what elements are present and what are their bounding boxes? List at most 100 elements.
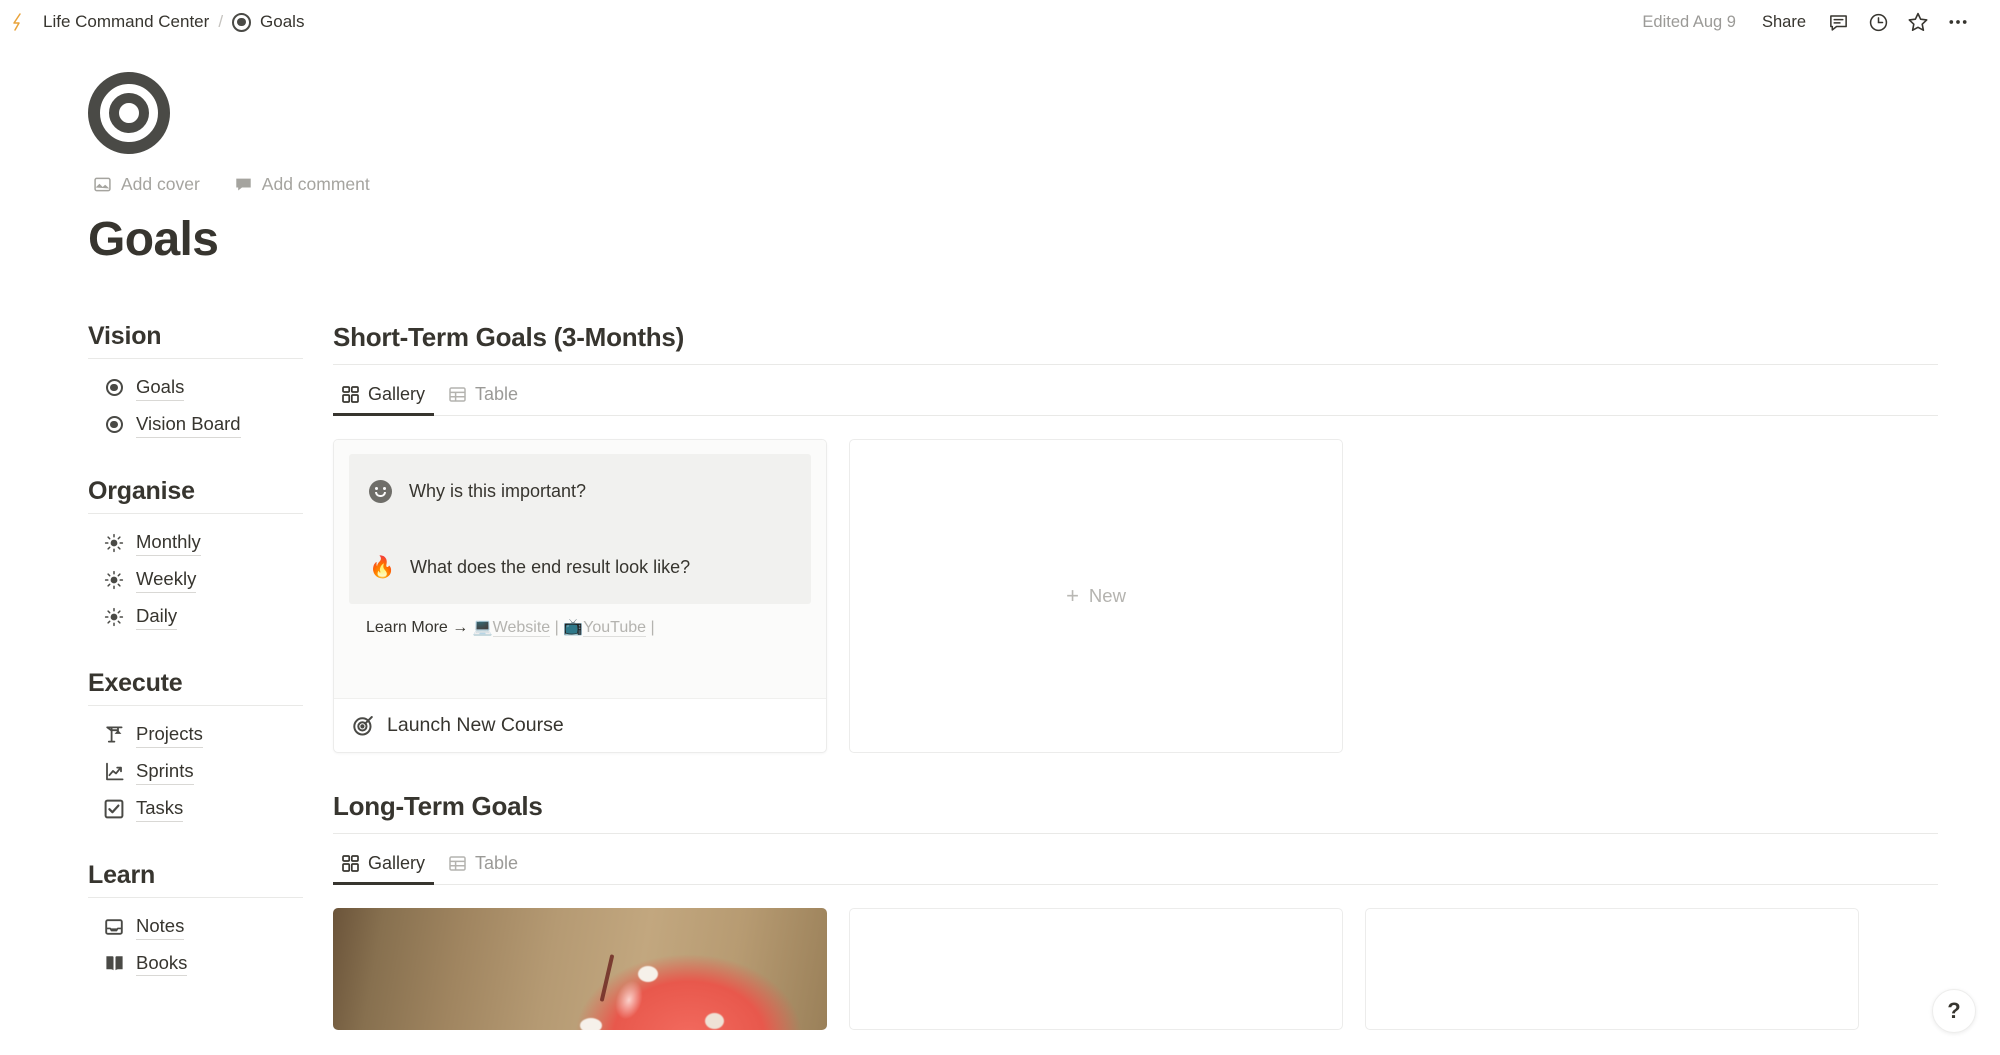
piggy-bank-dot	[580, 1017, 602, 1030]
content-columns: Vision Goals Vision Board Organise Month…	[88, 279, 2000, 1030]
bullseye-icon	[103, 414, 125, 436]
preview-row: 🔥 What does the end result look like?	[369, 557, 791, 578]
youtube-link[interactable]: YouTube	[583, 618, 647, 637]
piggy-bank-dot	[705, 1012, 724, 1029]
add-cover-button[interactable]: Add cover	[88, 171, 205, 198]
breadcrumb-parent-label: Life Command Center	[43, 12, 210, 31]
tray-icon	[103, 916, 125, 938]
nav-item-monthly[interactable]: Monthly	[88, 527, 303, 559]
television-emoji-icon: 📺	[563, 618, 584, 636]
gallery-grid: Why is this important? 🔥 What does the e…	[333, 438, 1938, 753]
nav-item-projects[interactable]: Projects	[88, 719, 303, 751]
crane-icon	[103, 724, 125, 746]
divider	[88, 704, 303, 706]
gallery-grid	[333, 907, 1938, 1030]
nav-item-label: Vision Board	[136, 412, 241, 438]
nav-item-sprints[interactable]: Sprints	[88, 756, 303, 788]
gallery-card-empty[interactable]	[1365, 907, 1859, 1030]
nav-item-tasks[interactable]: Tasks	[88, 793, 303, 825]
section-short-term-goals: Short-Term Goals (3-Months) Gallery Tabl…	[333, 322, 1938, 753]
breadcrumb-current[interactable]: Goals	[225, 9, 311, 35]
comment-icon	[234, 175, 253, 194]
lightning-logo-icon[interactable]	[10, 12, 36, 32]
nav-item-label: Daily	[136, 604, 178, 630]
fire-emoji-icon: 🔥	[369, 555, 396, 579]
sun-icon	[103, 532, 125, 554]
breadcrumb: Life Command Center / Goals	[10, 9, 311, 35]
comment-icon[interactable]	[1818, 5, 1858, 39]
website-link[interactable]: Website	[492, 618, 551, 637]
nav-item-label: Sprints	[136, 759, 194, 785]
piggy-bank-dot	[638, 965, 658, 982]
tab-gallery[interactable]: Gallery	[333, 377, 435, 416]
divider	[88, 896, 303, 898]
gallery-card[interactable]: Why is this important? 🔥 What does the e…	[333, 438, 827, 753]
nav-column: Vision Goals Vision Board Organise Month…	[88, 322, 333, 1030]
gallery-grid-icon	[342, 385, 359, 403]
piggy-bank-slot	[599, 953, 615, 1002]
nav-item-weekly[interactable]: Weekly	[88, 564, 303, 596]
star-icon[interactable]	[1898, 5, 1938, 39]
card-title-label: Launch New Course	[387, 713, 564, 736]
nav-heading: Learn	[88, 860, 156, 889]
nav-item-label: Notes	[136, 914, 185, 940]
learn-more-line: Learn More → 💻Website | 📺YouTube |	[349, 604, 811, 639]
help-button[interactable]: ?	[1932, 989, 1976, 1033]
nav-item-goals[interactable]: Goals	[88, 372, 303, 404]
add-comment-label: Add comment	[261, 173, 370, 194]
more-horizontal-icon[interactable]	[1938, 5, 1978, 39]
section-title: Short-Term Goals (3-Months)	[333, 321, 684, 352]
open-book-icon	[103, 953, 125, 975]
add-comment-button[interactable]: Add comment	[229, 171, 375, 198]
tab-gallery[interactable]: Gallery	[333, 846, 435, 885]
breadcrumb-parent[interactable]: Life Command Center	[36, 9, 216, 35]
gallery-card-image[interactable]	[333, 907, 827, 1030]
preview-row-text: What does the end result look like?	[410, 556, 691, 577]
new-card-button[interactable]: + New	[849, 438, 1343, 753]
card-title-row: Launch New Course	[334, 697, 826, 752]
top-bar-actions: Edited Aug 9 Share	[1628, 5, 1978, 39]
view-tabs: Gallery Table	[333, 846, 1938, 885]
tab-table[interactable]: Table	[440, 377, 527, 415]
smiley-icon	[369, 479, 392, 503]
nav-item-label: Books	[136, 951, 188, 977]
clock-history-icon[interactable]	[1858, 5, 1898, 39]
tab-label: Gallery	[368, 383, 426, 404]
dart-icon	[352, 714, 375, 737]
breadcrumb-current-label: Goals	[260, 12, 305, 31]
page-bullseye-icon[interactable]	[88, 72, 170, 154]
nav-group-vision: Vision Goals Vision Board	[88, 322, 303, 441]
nav-item-notes[interactable]: Notes	[88, 911, 303, 943]
table-icon	[449, 855, 466, 872]
nav-group-organise: Organise Monthly Weekly Daily	[88, 477, 303, 633]
nav-group-learn: Learn Notes Books	[88, 861, 303, 980]
checkbox-checked-icon	[103, 798, 125, 820]
nav-item-label: Monthly	[136, 530, 201, 556]
section-long-term-goals: Long-Term Goals Gallery Table	[333, 791, 1938, 1030]
nav-item-label: Tasks	[136, 796, 184, 822]
tab-label: Table	[475, 852, 519, 873]
nav-item-label: Weekly	[136, 567, 197, 593]
separator-pipe: |	[554, 618, 559, 636]
tab-table[interactable]: Table	[440, 846, 527, 884]
top-bar: Life Command Center / Goals Edited Aug 9…	[0, 0, 2000, 44]
preview-row: Why is this important?	[369, 479, 791, 503]
nav-item-vision-board[interactable]: Vision Board	[88, 409, 303, 441]
section-title: Long-Term Goals	[333, 790, 543, 821]
nav-item-label: Goals	[136, 375, 185, 401]
main-column: Short-Term Goals (3-Months) Gallery Tabl…	[333, 322, 2000, 1030]
nav-item-label: Projects	[136, 722, 203, 748]
piggy-bank-highlight	[610, 976, 648, 1023]
page-actions: Add cover Add comment	[88, 170, 2000, 198]
nav-item-daily[interactable]: Daily	[88, 601, 303, 633]
nav-item-books[interactable]: Books	[88, 948, 303, 980]
gallery-grid-icon	[342, 854, 359, 872]
arrow-icon: →	[452, 618, 469, 636]
learn-more-prefix: Learn More	[366, 618, 448, 636]
divider	[333, 363, 1938, 365]
gallery-card-empty[interactable]	[849, 907, 1343, 1030]
page-body: Add cover Add comment Goals Vision Goals	[0, 44, 2000, 1030]
card-preview: Why is this important? 🔥 What does the e…	[334, 439, 826, 698]
add-cover-label: Add cover	[121, 173, 200, 194]
share-button[interactable]: Share	[1750, 9, 1818, 36]
